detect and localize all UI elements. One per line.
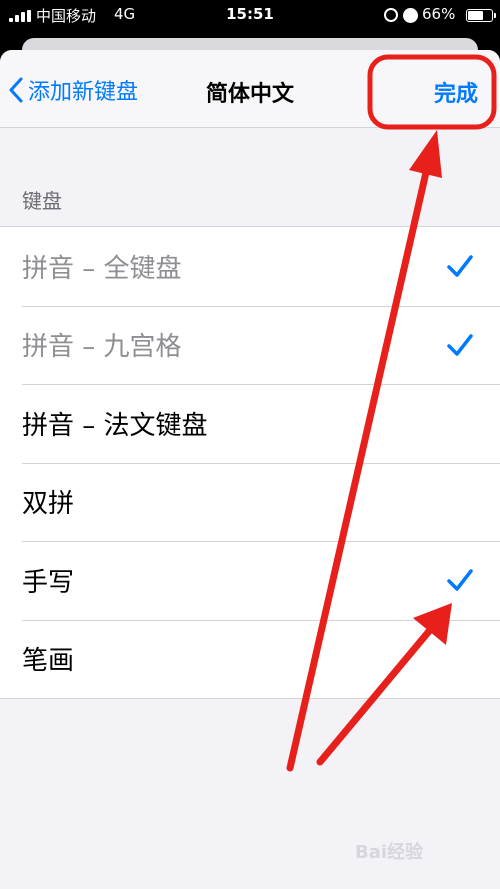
list-item-label: 拼音 – 法文键盘	[22, 410, 208, 441]
watermark: Bai经验	[355, 842, 424, 863]
list-item-label: 手写	[22, 567, 75, 598]
back-button[interactable]: 添加新键盘	[8, 72, 138, 108]
checkmark-icon	[447, 333, 473, 356]
list-item[interactable]: 拼音 – 九宫格	[0, 305, 500, 385]
back-button-label: 添加新键盘	[28, 80, 139, 105]
list-item-label: 笔画	[22, 646, 75, 677]
list-item[interactable]: 拼音 – 法文键盘	[0, 384, 500, 463]
checkmark-icon	[447, 255, 473, 277]
battery-percent: 66%	[422, 5, 456, 23]
keyboard-list: 拼音 – 全键盘 拼音 – 九宫格 拼音 – 法文键盘 双拼 手写 笔画	[0, 226, 500, 699]
list-item[interactable]: 拼音 – 全键盘	[0, 227, 500, 306]
alarm-icon	[403, 8, 418, 23]
list-item-label: 双拼	[22, 489, 75, 520]
list-item[interactable]: 双拼	[0, 462, 500, 542]
battery-icon	[466, 9, 496, 22]
section-header: 键盘	[22, 189, 62, 213]
done-button[interactable]: 完成	[434, 76, 478, 108]
list-item-label: 拼音 – 全键盘	[22, 253, 182, 284]
status-bar: 中国移动 4G 15:51 66%	[0, 0, 500, 30]
navigation-bar: 添加新键盘 简体中文 完成	[0, 50, 500, 128]
chevron-left-icon	[9, 77, 23, 103]
list-item[interactable]: 手写	[0, 541, 500, 620]
checkmark-icon	[447, 569, 473, 591]
list-item[interactable]: 笔画	[0, 619, 500, 699]
list-item-label: 拼音 – 九宫格	[22, 332, 182, 363]
keyboard-settings-sheet: 添加新键盘 简体中文 完成 键盘 拼音 – 全键盘 拼音 – 九宫格 拼音 – …	[0, 50, 500, 889]
orientation-lock-icon	[384, 8, 398, 22]
